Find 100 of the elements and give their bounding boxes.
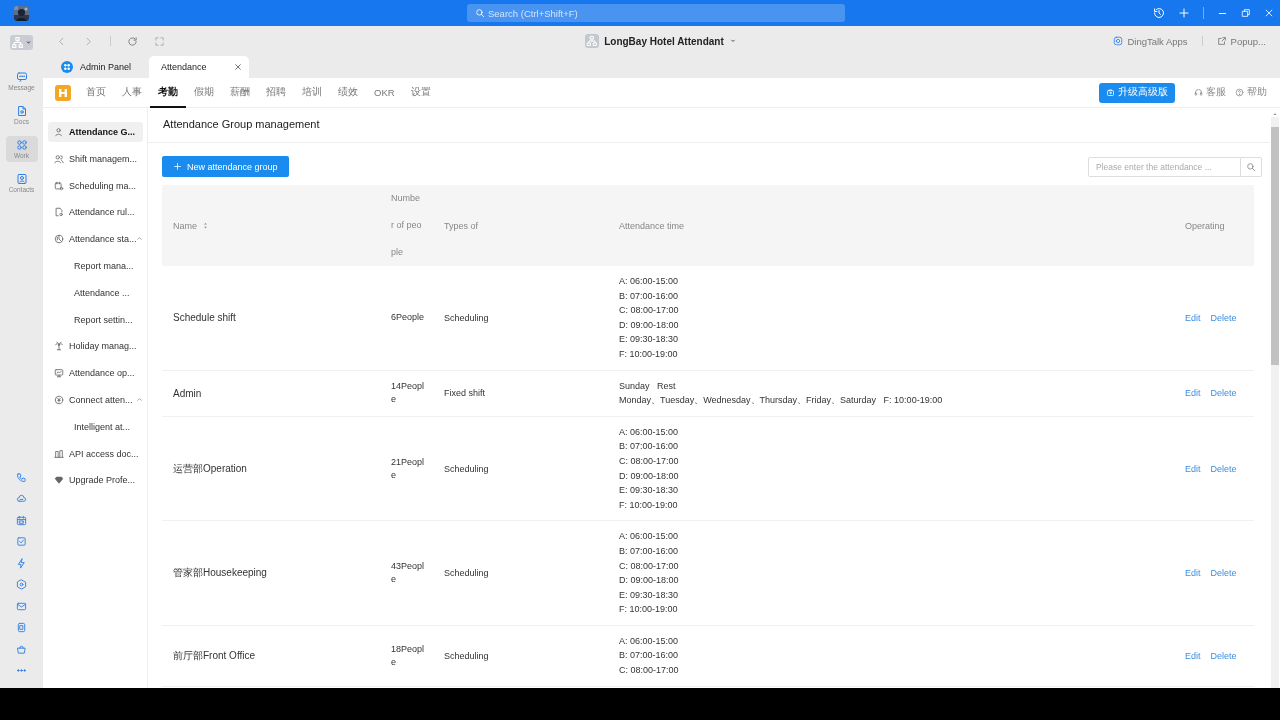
sidebar-item[interactable]: API access doc... [48,443,143,464]
sidebar-item[interactable]: Attendance rul... [48,202,143,223]
palm-tree-icon [54,341,64,352]
document-icon[interactable] [16,622,27,633]
tab[interactable]: Admin Panel [49,56,149,78]
mail-icon[interactable] [16,600,27,612]
lightning-icon[interactable] [16,557,27,569]
nav-tab[interactable]: 首页 [78,77,114,108]
basket-icon[interactable] [16,643,27,655]
apps-icon [1113,36,1124,46]
edit-link[interactable]: Edit [1185,312,1201,323]
document-icon [15,105,28,117]
nav-tab[interactable]: 假期 [186,77,222,108]
help-icon [1235,88,1244,97]
scrollbar[interactable] [1271,117,1279,688]
chevron-up-icon[interactable] [136,235,143,243]
delete-link[interactable]: Delete [1210,388,1237,399]
edit-link[interactable]: Edit [1185,463,1201,474]
person-icon [54,127,64,137]
delete-link[interactable]: Delete [1210,463,1237,474]
org-title[interactable]: LongBay Hotel Attendant [604,35,724,47]
contact-card-icon [15,173,28,185]
sidebar-item[interactable]: Attendance G... [48,122,143,142]
checklist-icon[interactable] [16,536,27,547]
headset-icon [1194,88,1203,97]
caret-icon[interactable] [728,37,737,45]
nav-tab[interactable]: 绩效 [330,77,366,108]
edit-link[interactable]: Edit [1185,650,1201,661]
table-cell: Admin [173,387,202,399]
edit-link[interactable]: Edit [1185,568,1201,579]
table-cell: 18People [391,642,425,669]
table-cell: 管家部Housekeeping [173,567,267,579]
sidebar-item[interactable]: Attendance op... [48,363,143,384]
fullscreen-icon[interactable] [154,35,165,47]
upgrade-button[interactable]: 升级高级版 [1099,82,1175,103]
column-header: Types of [444,220,479,231]
sidebar-item[interactable]: Shift managem... [48,148,143,169]
column-header: Attendance time [619,220,685,231]
table-cell: Fixed shift [444,388,485,399]
delete-link[interactable]: Delete [1210,312,1237,323]
nav-tab[interactable]: 招聘 [258,77,294,108]
sidebar-item[interactable]: Report settin... [48,309,143,330]
sidebar-item[interactable]: Upgrade Profe... [48,470,143,491]
org-chart-icon[interactable] [11,36,24,49]
phone-icon[interactable] [16,471,27,483]
tab[interactable]: Attendance [149,56,249,78]
sidebar-item[interactable]: Attendance sta... [48,229,143,250]
document-icon [54,207,64,218]
caret-icon[interactable] [25,39,32,46]
table-cell-text: A: 06:00-15:00 B: 07:00-16:00 C: 08:00-17:00 D: 09:00-18:00 E: 09:30-18:30 F: 10:00-19:00 [619,530,680,617]
table-cell: 14People [391,380,425,407]
grid-icon [61,61,73,73]
nav-tab[interactable]: 人事 [114,77,150,108]
delete-link[interactable]: Delete [1210,650,1237,661]
column-header: Number of people [391,192,422,259]
history-icon[interactable] [1153,7,1165,19]
chevron-up-icon[interactable] [136,395,143,403]
pie-chart-icon [54,234,64,245]
restore-icon[interactable] [1241,8,1251,18]
add-icon[interactable] [1178,7,1190,19]
column-header: Operating [1185,220,1225,231]
hexagon-icon[interactable] [16,579,27,590]
app-logo-icon[interactable] [55,84,71,101]
service-link[interactable]: 客服 [1194,86,1226,99]
sidebar-item[interactable]: Connect atten... [48,389,143,410]
table-cell: Schedule shift [173,312,236,324]
shop-icon [1106,88,1115,97]
nav-tab[interactable]: 薪酬 [222,77,258,108]
nav-tab[interactable]: 设置 [402,77,439,108]
table-cell: 6People [391,311,425,325]
table-cell-text: A: 06:00-15:00 B: 07:00-16:00 C: 08:00-17:00 D: 09:00-18:00 E: 09:30-18:30 F: 10:00-19:00 [619,275,680,361]
chart-icon [54,448,64,459]
search-button[interactable] [1241,156,1262,177]
nav-tab[interactable]: 培训 [294,77,330,108]
scrollbar-thumb[interactable] [1271,127,1279,365]
popup-link[interactable]: Popup... [1216,35,1266,47]
search-icon [475,8,485,18]
sidebar-item[interactable]: Intelligent at... [48,416,143,437]
help-link[interactable]: 帮助 [1235,86,1267,99]
refresh-icon[interactable] [127,35,138,47]
table-cell-text: Sunday Rest Monday、Tuesday、Wednesday、Thursday、Friday、Saturday F: 10:00-19:00 [619,379,944,408]
sidebar-item[interactable]: Holiday manag... [48,336,143,357]
new-group-button[interactable]: New attendance group [162,156,289,177]
close-icon[interactable] [234,63,242,71]
table-cell: 43People [391,560,425,587]
edit-link[interactable]: Edit [1185,388,1201,399]
sidebar-item[interactable]: Scheduling ma... [48,175,143,196]
plus-icon [173,162,182,171]
search-field[interactable]: Please enter the attendance ... [1088,156,1241,177]
cloud-icon[interactable] [16,493,27,504]
chat-icon [15,71,28,83]
apps-link[interactable]: DingTalk Apps [1113,35,1188,47]
org-chart-icon [585,34,600,48]
delete-link[interactable]: Delete [1210,568,1237,579]
people-icon [54,153,64,164]
search-icon [1246,161,1256,172]
nav-tab[interactable]: OKR [366,77,403,108]
table-cell: 前厅部Front Office [173,649,256,661]
sidebar-item[interactable]: Attendance ... [48,282,143,303]
sidebar-item[interactable]: Report mana... [48,256,143,276]
